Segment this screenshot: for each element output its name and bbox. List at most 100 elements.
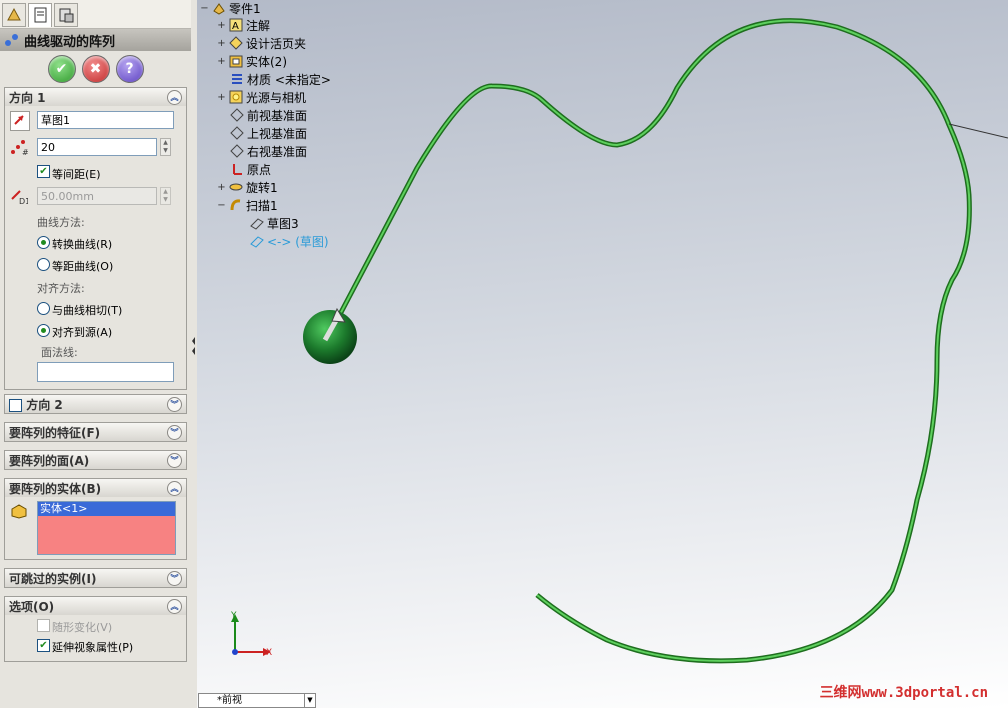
origin-icon xyxy=(233,164,242,175)
x-axis-label: X xyxy=(266,648,272,658)
tree-item-material[interactable]: 材质 <未指定> xyxy=(230,71,331,87)
tree-item-front-plane[interactable]: 前视基准面 xyxy=(230,107,307,123)
direction2-group: 方向 2 ︾ xyxy=(4,394,187,414)
expand-down-icon[interactable]: ︾ xyxy=(167,452,182,468)
reverse-direction-icon[interactable] xyxy=(10,111,30,131)
tree-item-sketch3[interactable]: 草图3 xyxy=(250,215,299,231)
ok-button[interactable]: ✔ xyxy=(47,55,76,83)
offset-curve-label: 等距曲线(O) xyxy=(52,260,114,273)
spacing-field[interactable]: 50.00mm xyxy=(37,187,157,205)
watermark: 三维网www.3dportal.cn xyxy=(819,685,988,701)
tree-item-revolve[interactable]: + 旋转1 xyxy=(217,179,278,195)
tree-item-label: 旋转1 xyxy=(246,180,278,195)
tree-item-label: 注解 xyxy=(246,18,271,33)
direction1-header[interactable]: 方向 1 ︽ xyxy=(5,88,186,106)
features-label: 要阵列的特征(F) xyxy=(9,425,101,440)
direction1-label: 方向 1 xyxy=(9,90,46,105)
tree-item-design-binder[interactable]: + 设计活页夹 xyxy=(217,35,306,51)
configuration-manager-tab[interactable] xyxy=(54,3,78,27)
view-tab[interactable]: *前视 ▼ xyxy=(198,693,316,708)
help-button[interactable]: ? xyxy=(115,55,144,83)
options-header[interactable]: 选项(O) ︽ xyxy=(5,597,186,615)
tree-item-lights-cameras[interactable]: + 光源与相机 xyxy=(217,89,306,105)
collapse-icon[interactable]: − xyxy=(217,200,226,210)
tree-item-origin[interactable]: 原点 xyxy=(230,161,271,177)
tree-item-label: 材质 <未指定> xyxy=(247,72,331,87)
collapse-icon[interactable]: − xyxy=(200,3,209,13)
expand-icon[interactable]: + xyxy=(217,20,226,30)
equal-spacing-label: 等间距(E) xyxy=(52,168,101,181)
expand-icon[interactable]: + xyxy=(217,92,226,102)
bodies-header[interactable]: 要阵列的实体(B) ︽ xyxy=(5,479,186,497)
equal-spacing-checkbox[interactable]: ✔ xyxy=(37,165,50,178)
direction2-header[interactable]: 方向 2 ︾ xyxy=(5,395,186,413)
tree-item-label: 设计活页夹 xyxy=(246,36,307,51)
tree-item-label: 草图3 xyxy=(267,216,299,231)
selected-body-item[interactable]: 实体<1> xyxy=(38,502,175,516)
direction2-checkbox[interactable] xyxy=(9,398,22,412)
feature-manager-tab[interactable] xyxy=(2,3,26,27)
sweep-profile-sphere[interactable] xyxy=(303,310,357,364)
material-icon xyxy=(232,74,242,84)
expand-icon[interactable]: + xyxy=(217,56,226,66)
transform-curve-label: 转换曲线(R) xyxy=(52,238,113,251)
sketch-icon xyxy=(250,218,264,230)
propagate-visual-label: 延伸视象属性(P) xyxy=(52,641,134,654)
faces-group: 要阵列的面(A) ︾ xyxy=(4,450,187,470)
tree-root-label: 零件1 xyxy=(229,1,261,16)
collapse-up-icon[interactable]: ︽ xyxy=(167,89,182,105)
expand-down-icon[interactable]: ︾ xyxy=(167,396,182,412)
features-header[interactable]: 要阵列的特征(F) ︾ xyxy=(5,423,186,441)
view-tab-label: *前视 xyxy=(217,695,242,706)
expand-down-icon[interactable]: ︾ xyxy=(167,424,182,440)
curve-method-label: 曲线方法: xyxy=(37,216,85,229)
y-axis-label: Y xyxy=(230,611,237,621)
faces-header[interactable]: 要阵列的面(A) ︾ xyxy=(5,451,186,469)
direction-sketch-field[interactable]: 草图1 xyxy=(37,111,174,129)
bodies-selection-list[interactable]: 实体<1> xyxy=(37,501,176,555)
graphics-viewport[interactable]: Y X − 零件1 + A 注解 + 设计活页夹 + 实体(2) 材质 <未指定… xyxy=(197,0,1008,708)
transform-curve-radio[interactable] xyxy=(37,236,50,249)
tree-item-annotations[interactable]: + A 注解 xyxy=(217,17,270,33)
design-binder-icon xyxy=(229,36,243,50)
part-icon xyxy=(213,3,225,15)
tree-item-path-sketch[interactable]: <-> (草图) xyxy=(250,233,329,249)
spacing-spinner[interactable]: ▲ ▼ xyxy=(160,187,171,205)
features-group: 要阵列的特征(F) ︾ xyxy=(4,422,187,442)
property-manager-tab[interactable] xyxy=(28,3,52,27)
plane-icon xyxy=(230,126,244,140)
dropdown-arrow-icon[interactable]: ▼ xyxy=(304,694,315,707)
tree-root[interactable]: − 零件1 xyxy=(200,0,261,16)
tree-item-right-plane[interactable]: 右视基准面 xyxy=(230,143,307,159)
tree-item-sweep[interactable]: − 扫描1 xyxy=(217,197,277,213)
geometry-pattern-checkbox[interactable] xyxy=(37,619,50,632)
skip-instances-header[interactable]: 可跳过的实例(I) ︾ xyxy=(5,569,186,587)
tree-item-label: <-> (草图) xyxy=(267,234,329,249)
expand-icon[interactable]: + xyxy=(217,182,226,192)
offset-curve-radio[interactable] xyxy=(37,258,50,271)
collapse-up-icon[interactable]: ︽ xyxy=(167,480,182,496)
face-normal-field[interactable] xyxy=(37,362,174,382)
align-source-label: 对齐到源(A) xyxy=(52,326,113,339)
tangent-label: 与曲线相切(T) xyxy=(52,304,123,317)
triad-axes-icon: Y X xyxy=(230,611,272,658)
tree-item-label: 实体(2) xyxy=(246,54,287,69)
tangent-radio[interactable] xyxy=(37,302,50,315)
propagate-visual-checkbox[interactable]: ✔ xyxy=(37,639,50,652)
expand-down-icon[interactable]: ︾ xyxy=(167,570,182,586)
lights-icon xyxy=(229,90,243,104)
collapse-up-icon[interactable]: ︽ xyxy=(167,598,182,614)
tree-item-top-plane[interactable]: 上视基准面 xyxy=(230,125,307,141)
tree-item-label: 右视基准面 xyxy=(247,144,308,159)
count-spinner[interactable]: ▲ ▼ xyxy=(160,138,171,156)
cancel-button[interactable]: ✖ xyxy=(81,55,110,83)
align-source-radio[interactable] xyxy=(37,324,50,337)
face-normal-label: 面法线: xyxy=(41,346,78,359)
expand-icon[interactable]: + xyxy=(217,38,226,48)
tree-item-solid-bodies[interactable]: + 实体(2) xyxy=(217,53,287,69)
configuration-icon xyxy=(59,8,74,23)
spacing-icon: D1 xyxy=(10,187,30,206)
faces-label: 要阵列的面(A) xyxy=(9,453,90,468)
instance-count-field[interactable]: 20 xyxy=(37,138,157,156)
sweep-curve[interactable] xyxy=(334,18,972,664)
